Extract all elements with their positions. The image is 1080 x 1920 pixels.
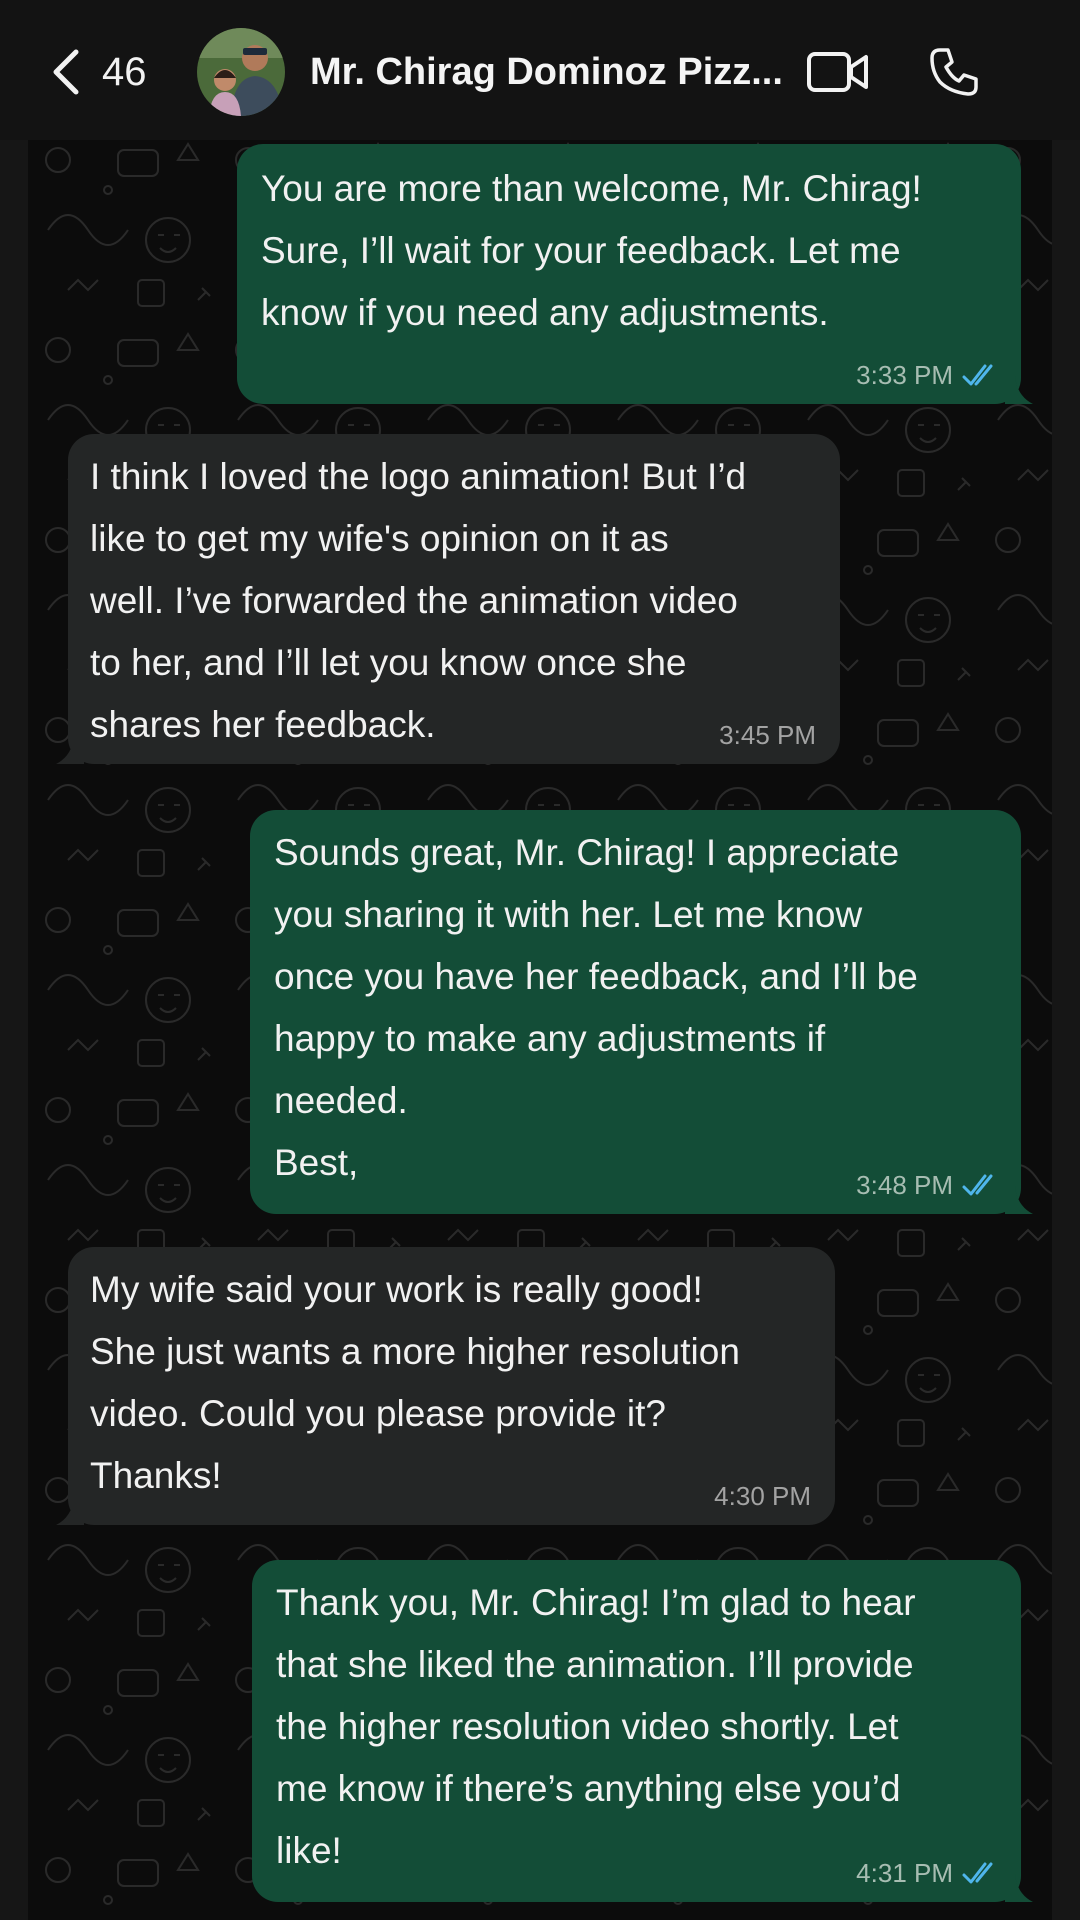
back-button[interactable]: 46 <box>48 44 147 100</box>
message-meta: 4:31 PM <box>856 1858 1001 1888</box>
message-text: You are more than welcome, Mr. Chirag! S… <box>261 168 922 333</box>
message-meta: 3:45 PM <box>719 720 816 750</box>
phone-icon <box>930 48 978 96</box>
bubble-tail <box>1005 1186 1033 1214</box>
bubble-tail <box>56 1497 84 1525</box>
chat-screen: You are more than welcome, Mr. Chirag! S… <box>0 0 1080 1920</box>
double-check-icon <box>962 1174 993 1196</box>
message-time: 4:31 PM <box>856 1858 953 1888</box>
message-text: My wife said your work is really good! S… <box>90 1269 740 1496</box>
message-text: Thank you, Mr. Chirag! I’m glad to hear … <box>276 1582 916 1871</box>
unread-count: 46 <box>102 49 147 94</box>
message-meta: 3:33 PM <box>856 360 1001 390</box>
message-time: 3:33 PM <box>856 360 953 390</box>
message-text: I think I loved the logo animation! But … <box>90 456 747 745</box>
message-time: 3:48 PM <box>856 1170 953 1200</box>
message-bubble-incoming[interactable]: I think I loved the logo animation! But … <box>56 434 840 764</box>
video-call-button[interactable] <box>802 40 874 104</box>
chat-header: 46 Mr. Chirag Dominoz Pizz... <box>0 0 1080 140</box>
message-bubble-incoming[interactable]: My wife said your work is really good! S… <box>56 1247 835 1525</box>
message-bubble-outgoing[interactable]: Thank you, Mr. Chirag! I’m glad to hear … <box>252 1560 1033 1902</box>
chevron-left-icon <box>53 49 79 95</box>
message-bubble-outgoing[interactable]: Sounds great, Mr. Chirag! I appreciate y… <box>250 810 1033 1214</box>
bubble-tail <box>1005 376 1033 404</box>
video-camera-icon <box>807 52 868 92</box>
message-bubble-outgoing[interactable]: You are more than welcome, Mr. Chirag! S… <box>237 144 1033 404</box>
bubble-tail <box>1005 1874 1033 1902</box>
double-check-icon <box>962 1862 993 1884</box>
voice-call-button[interactable] <box>918 40 990 104</box>
contact-photo <box>197 28 285 116</box>
double-check-icon <box>962 364 993 386</box>
bubble-tail <box>56 736 84 764</box>
message-time: 3:45 PM <box>719 720 816 750</box>
message-meta: 4:30 PM <box>714 1481 811 1511</box>
chat-area[interactable]: You are more than welcome, Mr. Chirag! S… <box>28 130 1052 1920</box>
contact-name[interactable]: Mr. Chirag Dominoz Pizz... <box>310 44 790 100</box>
message-meta: 3:48 PM <box>856 1170 1001 1200</box>
avatar[interactable] <box>197 28 285 116</box>
message-time: 4:30 PM <box>714 1481 811 1511</box>
message-text: Sounds great, Mr. Chirag! I appreciate y… <box>274 832 918 1183</box>
